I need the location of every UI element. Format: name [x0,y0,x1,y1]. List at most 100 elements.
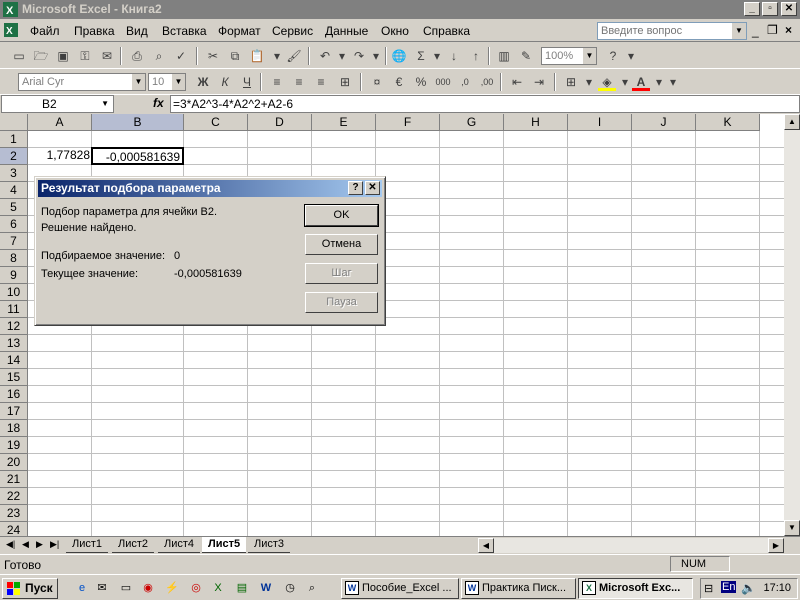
prev-sheet-icon[interactable]: ◀ [22,539,29,550]
volume-icon[interactable]: 🔈 [741,581,756,595]
quick-launch-icon[interactable]: ⚡ [164,580,180,596]
sort-descending-icon[interactable]: ↑ [467,47,485,65]
row-header-11[interactable]: 11 [0,301,28,318]
show-desktop-icon[interactable]: ▭ [118,580,134,596]
sheet-tab-3[interactable]: Лист3 [248,537,291,553]
spelling-icon[interactable]: ✓ [172,47,190,65]
excel-quick-icon[interactable]: X [210,580,226,596]
sheet-tab-1[interactable]: Лист1 [66,537,109,553]
drawing-icon[interactable]: ✎ [517,47,535,65]
column-header-b[interactable]: B [92,114,184,131]
chevron-down-icon[interactable]: ▼ [171,74,185,90]
hyperlink-icon[interactable]: 🌐 [390,47,408,65]
quick-launch-icon[interactable]: ◎ [188,580,204,596]
row-header-22[interactable]: 22 [0,488,28,505]
sheet-tab-2[interactable]: Лист2 [112,537,155,553]
paste-icon[interactable]: 📋 [248,47,266,65]
chevron-down-icon[interactable]: ▾ [268,47,286,65]
row-header-13[interactable]: 13 [0,335,28,352]
print-icon[interactable]: ⎙ [128,47,146,65]
scroll-up-button[interactable]: ▲ [784,114,800,130]
bold-icon[interactable]: Ж [194,73,212,91]
currency-icon[interactable]: ¤ [368,73,386,91]
row-header-19[interactable]: 19 [0,437,28,454]
chevron-down-icon[interactable]: ▾ [428,47,446,65]
format-painter-icon[interactable]: 🖌 [285,47,303,65]
row-header-6[interactable]: 6 [0,216,28,233]
menu-edit[interactable]: Правка [74,24,115,38]
column-header-c[interactable]: C [184,114,248,131]
font-color-icon[interactable]: A [632,73,650,91]
minimize-button[interactable]: _ [744,2,760,16]
formula-input[interactable]: =3*A2^3-4*A2^2+A2-6 [170,95,800,113]
increase-indent-icon[interactable]: ⇥ [530,73,548,91]
task-button-excel[interactable]: X Microsoft Exc... [578,578,693,599]
zoom-select[interactable]: 100% ▼ [541,47,597,65]
pause-button[interactable]: Пауза [305,292,378,313]
language-indicator[interactable]: En [721,581,737,593]
ask-question-input[interactable] [598,23,728,39]
doc-close-button[interactable]: × [785,23,792,37]
column-header-i[interactable]: I [568,114,632,131]
chevron-down-icon[interactable]: ▾ [367,47,385,65]
row-header-23[interactable]: 23 [0,505,28,522]
align-right-icon[interactable]: ≡ [312,73,330,91]
scroll-down-button[interactable]: ▼ [784,520,800,536]
print-preview-icon[interactable]: ⌕ [150,47,168,65]
ok-button[interactable]: OK [304,204,379,227]
sheet-tab-4[interactable]: Лист4 [158,537,201,553]
merge-center-icon[interactable]: ⊞ [336,73,354,91]
chevron-down-icon[interactable]: ▼ [732,23,746,39]
row-header-12[interactable]: 12 [0,318,28,335]
help-icon[interactable]: ? [348,181,363,195]
decrease-decimal-icon[interactable]: ,00 [478,73,496,91]
first-sheet-icon[interactable]: ◀| [6,539,15,550]
row-header-7[interactable]: 7 [0,233,28,250]
close-button[interactable]: ✕ [781,2,797,16]
menu-window[interactable]: Окно [381,24,409,38]
row-header-9[interactable]: 9 [0,267,28,284]
next-sheet-icon[interactable]: ▶ [36,539,43,550]
search-icon[interactable]: ⌕ [304,580,320,596]
align-left-icon[interactable]: ≡ [268,73,286,91]
toolbar-options-icon[interactable]: ▾ [664,73,682,91]
cancel-button[interactable]: Отмена [305,234,378,255]
menu-help[interactable]: Справка [423,24,470,38]
chevron-down-icon[interactable]: ▼ [131,74,145,90]
quick-launch-icon[interactable]: ▤ [234,580,250,596]
row-header-10[interactable]: 10 [0,284,28,301]
row-header-8[interactable]: 8 [0,250,28,267]
scroll-right-button[interactable]: ▶ [768,538,784,553]
undo-icon[interactable]: ↶ [316,47,334,65]
email-icon[interactable]: ✉ [98,47,116,65]
column-header-k[interactable]: K [696,114,760,131]
column-header-a[interactable]: A [28,114,92,131]
column-header-f[interactable]: F [376,114,440,131]
column-header-g[interactable]: G [440,114,504,131]
column-header-d[interactable]: D [248,114,312,131]
menu-insert[interactable]: Вставка [162,24,207,38]
row-header-5[interactable]: 5 [0,199,28,216]
menu-view[interactable]: Вид [126,24,148,38]
redo-icon[interactable]: ↷ [350,47,368,65]
row-header-17[interactable]: 17 [0,403,28,420]
cut-icon[interactable]: ✂ [204,47,222,65]
underline-icon[interactable]: Ч [238,73,256,91]
column-header-h[interactable]: H [504,114,568,131]
cell-a2[interactable]: 1,77828 [27,147,92,165]
chevron-down-icon[interactable]: ▼ [101,96,109,112]
row-header-15[interactable]: 15 [0,369,28,386]
row-header-20[interactable]: 20 [0,454,28,471]
doc-restore-button[interactable]: ❐ [767,23,778,37]
row-header-14[interactable]: 14 [0,352,28,369]
ask-question-box[interactable]: ▼ [597,22,747,40]
workbook-icon[interactable]: X [4,23,18,37]
doc-minimize-button[interactable]: _ [752,24,759,38]
italic-icon[interactable]: К [216,73,234,91]
network-icon[interactable]: ⊟ [704,582,713,595]
fill-color-icon[interactable]: ◈ [598,73,616,91]
font-name-select[interactable]: Arial Cyr ▼ [18,73,146,91]
font-size-select[interactable]: 10 ▼ [148,73,186,91]
new-document-icon[interactable]: ▭ [10,47,28,65]
save-icon[interactable]: ▣ [54,47,72,65]
